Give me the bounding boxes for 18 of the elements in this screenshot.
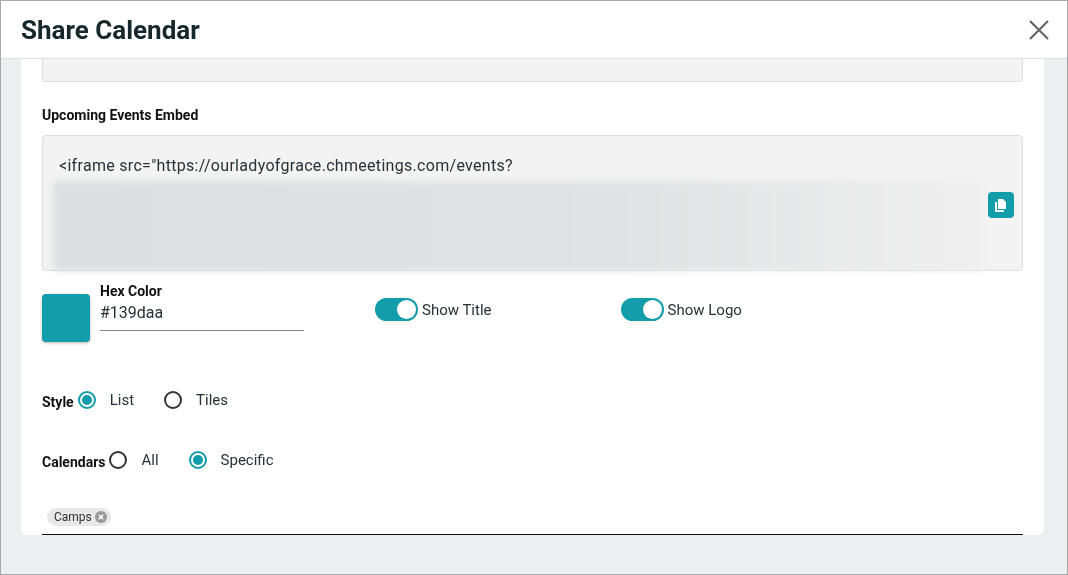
radio-option[interactable]: Tiles — [164, 391, 228, 409]
field-label: Hex Color — [100, 283, 163, 299]
close-icon[interactable] — [1027, 17, 1051, 42]
radio-option[interactable]: Specific — [188, 451, 274, 469]
toggle[interactable]: Show Title — [375, 298, 492, 321]
field-label: Calendars — [42, 454, 106, 470]
toggle[interactable]: Show Logo — [620, 298, 742, 321]
radio-option[interactable]: All — [109, 451, 159, 469]
remove-icon[interactable] — [94, 511, 107, 523]
field-label: Style — [42, 394, 74, 410]
calendar-chip: Camps — [47, 508, 111, 526]
code-text: <iframe src="https://ourladyofgrace.chmeetings.com/events? — [59, 156, 514, 175]
hex-color-field[interactable]: #139daa — [100, 299, 304, 331]
section-label: Upcoming Events Embed — [42, 107, 200, 123]
color-swatch[interactable] — [42, 294, 90, 342]
radio-option[interactable]: List — [77, 391, 135, 409]
dialog-title: Share Calendar — [21, 14, 200, 45]
copy-icon[interactable] — [988, 192, 1014, 218]
